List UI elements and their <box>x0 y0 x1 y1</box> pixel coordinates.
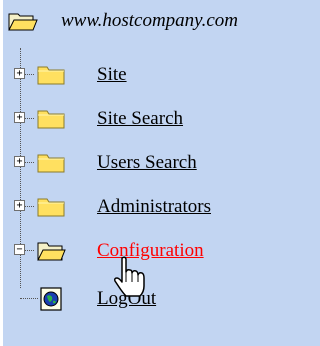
site-link[interactable]: Site <box>97 64 127 86</box>
tree-item-configuration[interactable]: − Configuration <box>0 236 314 266</box>
tree-item-logout[interactable]: LogOut <box>0 284 314 314</box>
navigation-tree-panel: www.hostcompany.com + Site + Site Search <box>0 0 314 346</box>
expand-icon[interactable]: + <box>14 112 25 123</box>
folder-icon <box>37 198 65 217</box>
tree-connector <box>20 298 38 299</box>
folder-icon <box>37 110 65 129</box>
open-folder-icon <box>37 242 66 261</box>
open-folder-icon <box>8 13 38 31</box>
users-search-link[interactable]: Users Search <box>97 152 197 174</box>
collapse-icon[interactable]: − <box>14 244 25 255</box>
logout-link[interactable]: LogOut <box>97 288 156 310</box>
root-label: www.hostcompany.com <box>61 10 238 31</box>
tree-item-administrators[interactable]: + Administrators <box>0 192 314 222</box>
tree-item-site[interactable]: + Site <box>0 60 314 90</box>
tree-item-users-search[interactable]: + Users Search <box>0 148 314 178</box>
navigation-tree: www.hostcompany.com + Site + Site Search <box>0 0 314 346</box>
tree-root: www.hostcompany.com <box>0 4 314 34</box>
configuration-link[interactable]: Configuration <box>97 240 204 262</box>
folder-icon <box>37 66 65 85</box>
site-search-link[interactable]: Site Search <box>97 108 183 130</box>
expand-icon[interactable]: + <box>14 156 25 167</box>
expand-icon[interactable]: + <box>14 200 25 211</box>
administrators-link[interactable]: Administrators <box>97 196 211 218</box>
folder-icon <box>37 154 65 173</box>
globe-page-icon <box>40 287 62 311</box>
tree-item-site-search[interactable]: + Site Search <box>0 104 314 134</box>
expand-icon[interactable]: + <box>14 68 25 79</box>
